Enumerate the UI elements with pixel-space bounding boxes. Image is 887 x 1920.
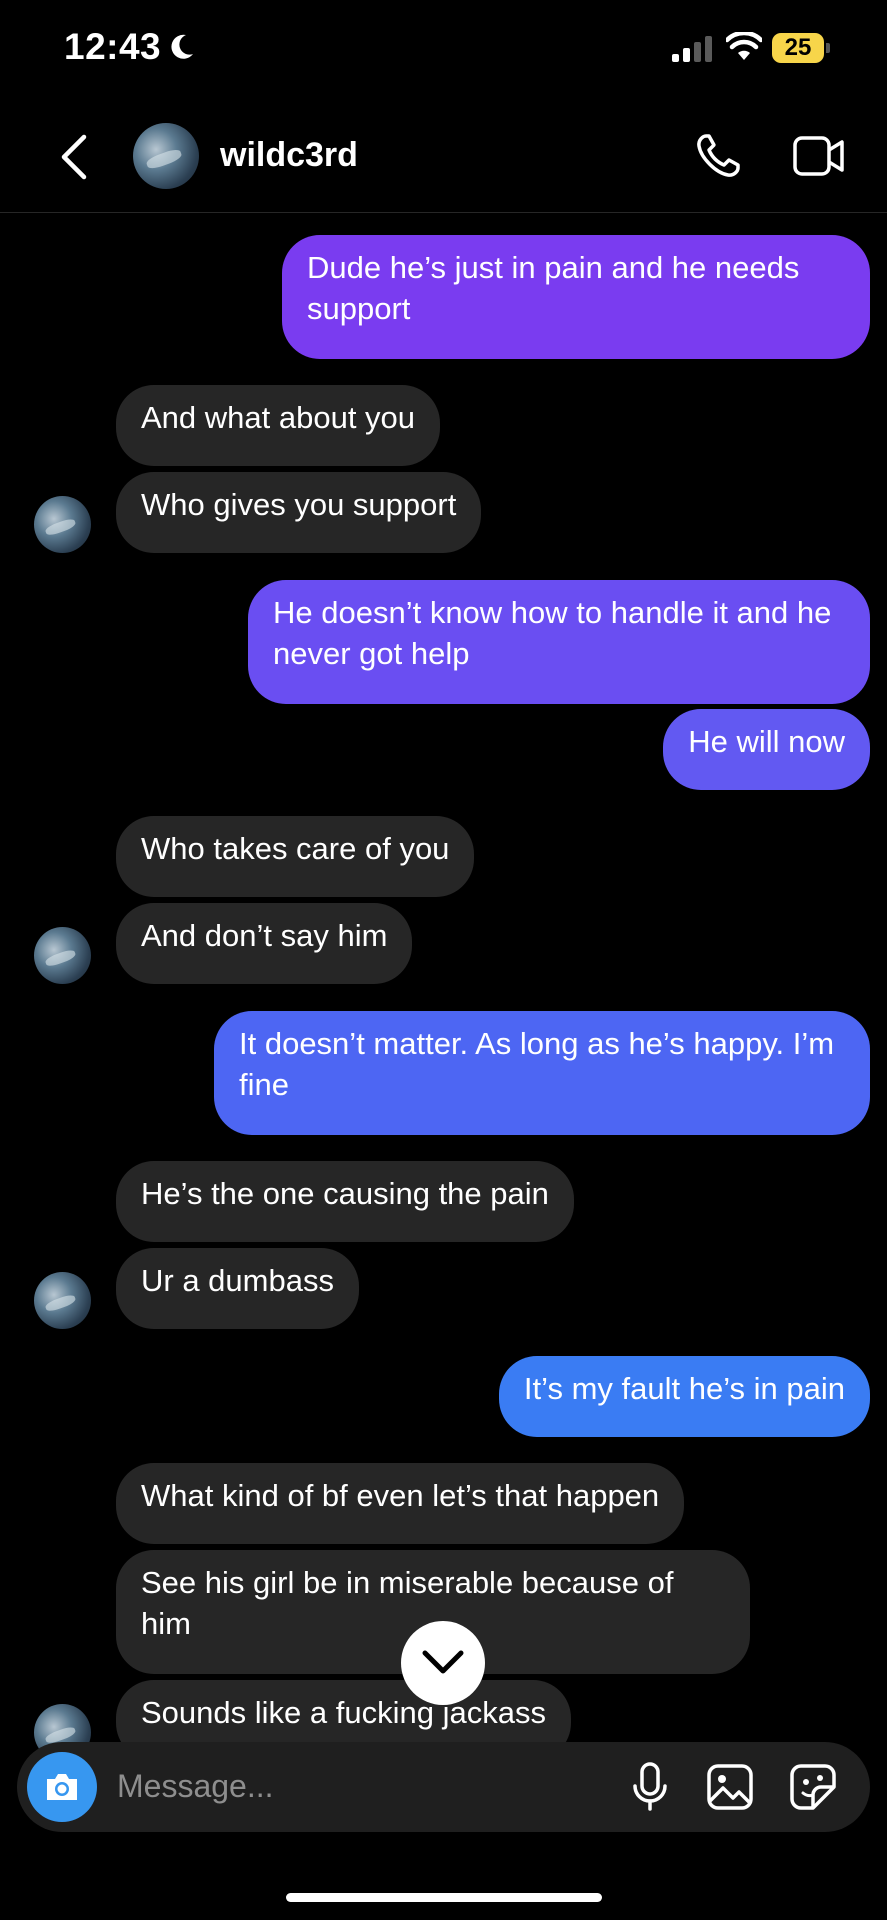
message-received[interactable]: And what about you [116,385,441,466]
message-sent[interactable]: He will now [663,709,870,790]
message-received[interactable]: Ur a dumbass [116,1248,359,1329]
wifi-icon [726,32,762,60]
phone-icon[interactable] [694,132,742,180]
microphone-icon[interactable] [632,1762,668,1812]
message-sent[interactable]: It’s my fault he’s in pain [498,1356,870,1437]
camera-icon [47,1774,77,1800]
message-sent[interactable]: He doesn’t know how to handle it and he … [248,580,870,704]
chat-header: wildc3rd [0,100,887,213]
cellular-signal-icon [672,36,712,62]
message-received[interactable]: What kind of bf even let’s that happen [116,1463,685,1544]
status-time: 12:43 [64,26,162,67]
message-received[interactable]: Who takes care of you [116,816,475,897]
contact-avatar[interactable] [34,1272,91,1329]
message-received[interactable]: And don’t say him [116,903,413,984]
chevron-left-icon[interactable] [56,134,92,180]
message-input[interactable]: Message... [117,1768,274,1805]
message-composer: Message... [17,1742,870,1832]
image-icon[interactable] [707,1764,753,1810]
sticker-icon[interactable] [789,1763,837,1811]
message-sent[interactable]: It doesn’t matter. As long as he’s happy… [214,1011,870,1135]
contact-avatar[interactable] [34,496,91,553]
message-received[interactable]: He’s the one causing the pain [116,1161,574,1242]
contact-username[interactable]: wildc3rd [220,136,358,175]
battery-indicator: 25 [772,33,830,63]
scroll-to-bottom-button[interactable] [401,1621,485,1705]
chevron-down-icon [422,1650,464,1674]
contact-avatar[interactable] [34,927,91,984]
battery-level: 25 [772,33,824,63]
battery-cap [826,43,830,53]
message-received[interactable]: Who gives you support [116,472,482,553]
moon-icon [171,34,193,59]
message-sent[interactable]: Dude he’s just in pain and he needs supp… [282,235,870,359]
camera-button[interactable] [27,1752,97,1822]
video-camera-icon[interactable] [793,134,845,178]
contact-avatar[interactable] [133,123,199,189]
status-bar: 12:43 25 [0,0,887,100]
home-indicator[interactable] [286,1893,602,1902]
